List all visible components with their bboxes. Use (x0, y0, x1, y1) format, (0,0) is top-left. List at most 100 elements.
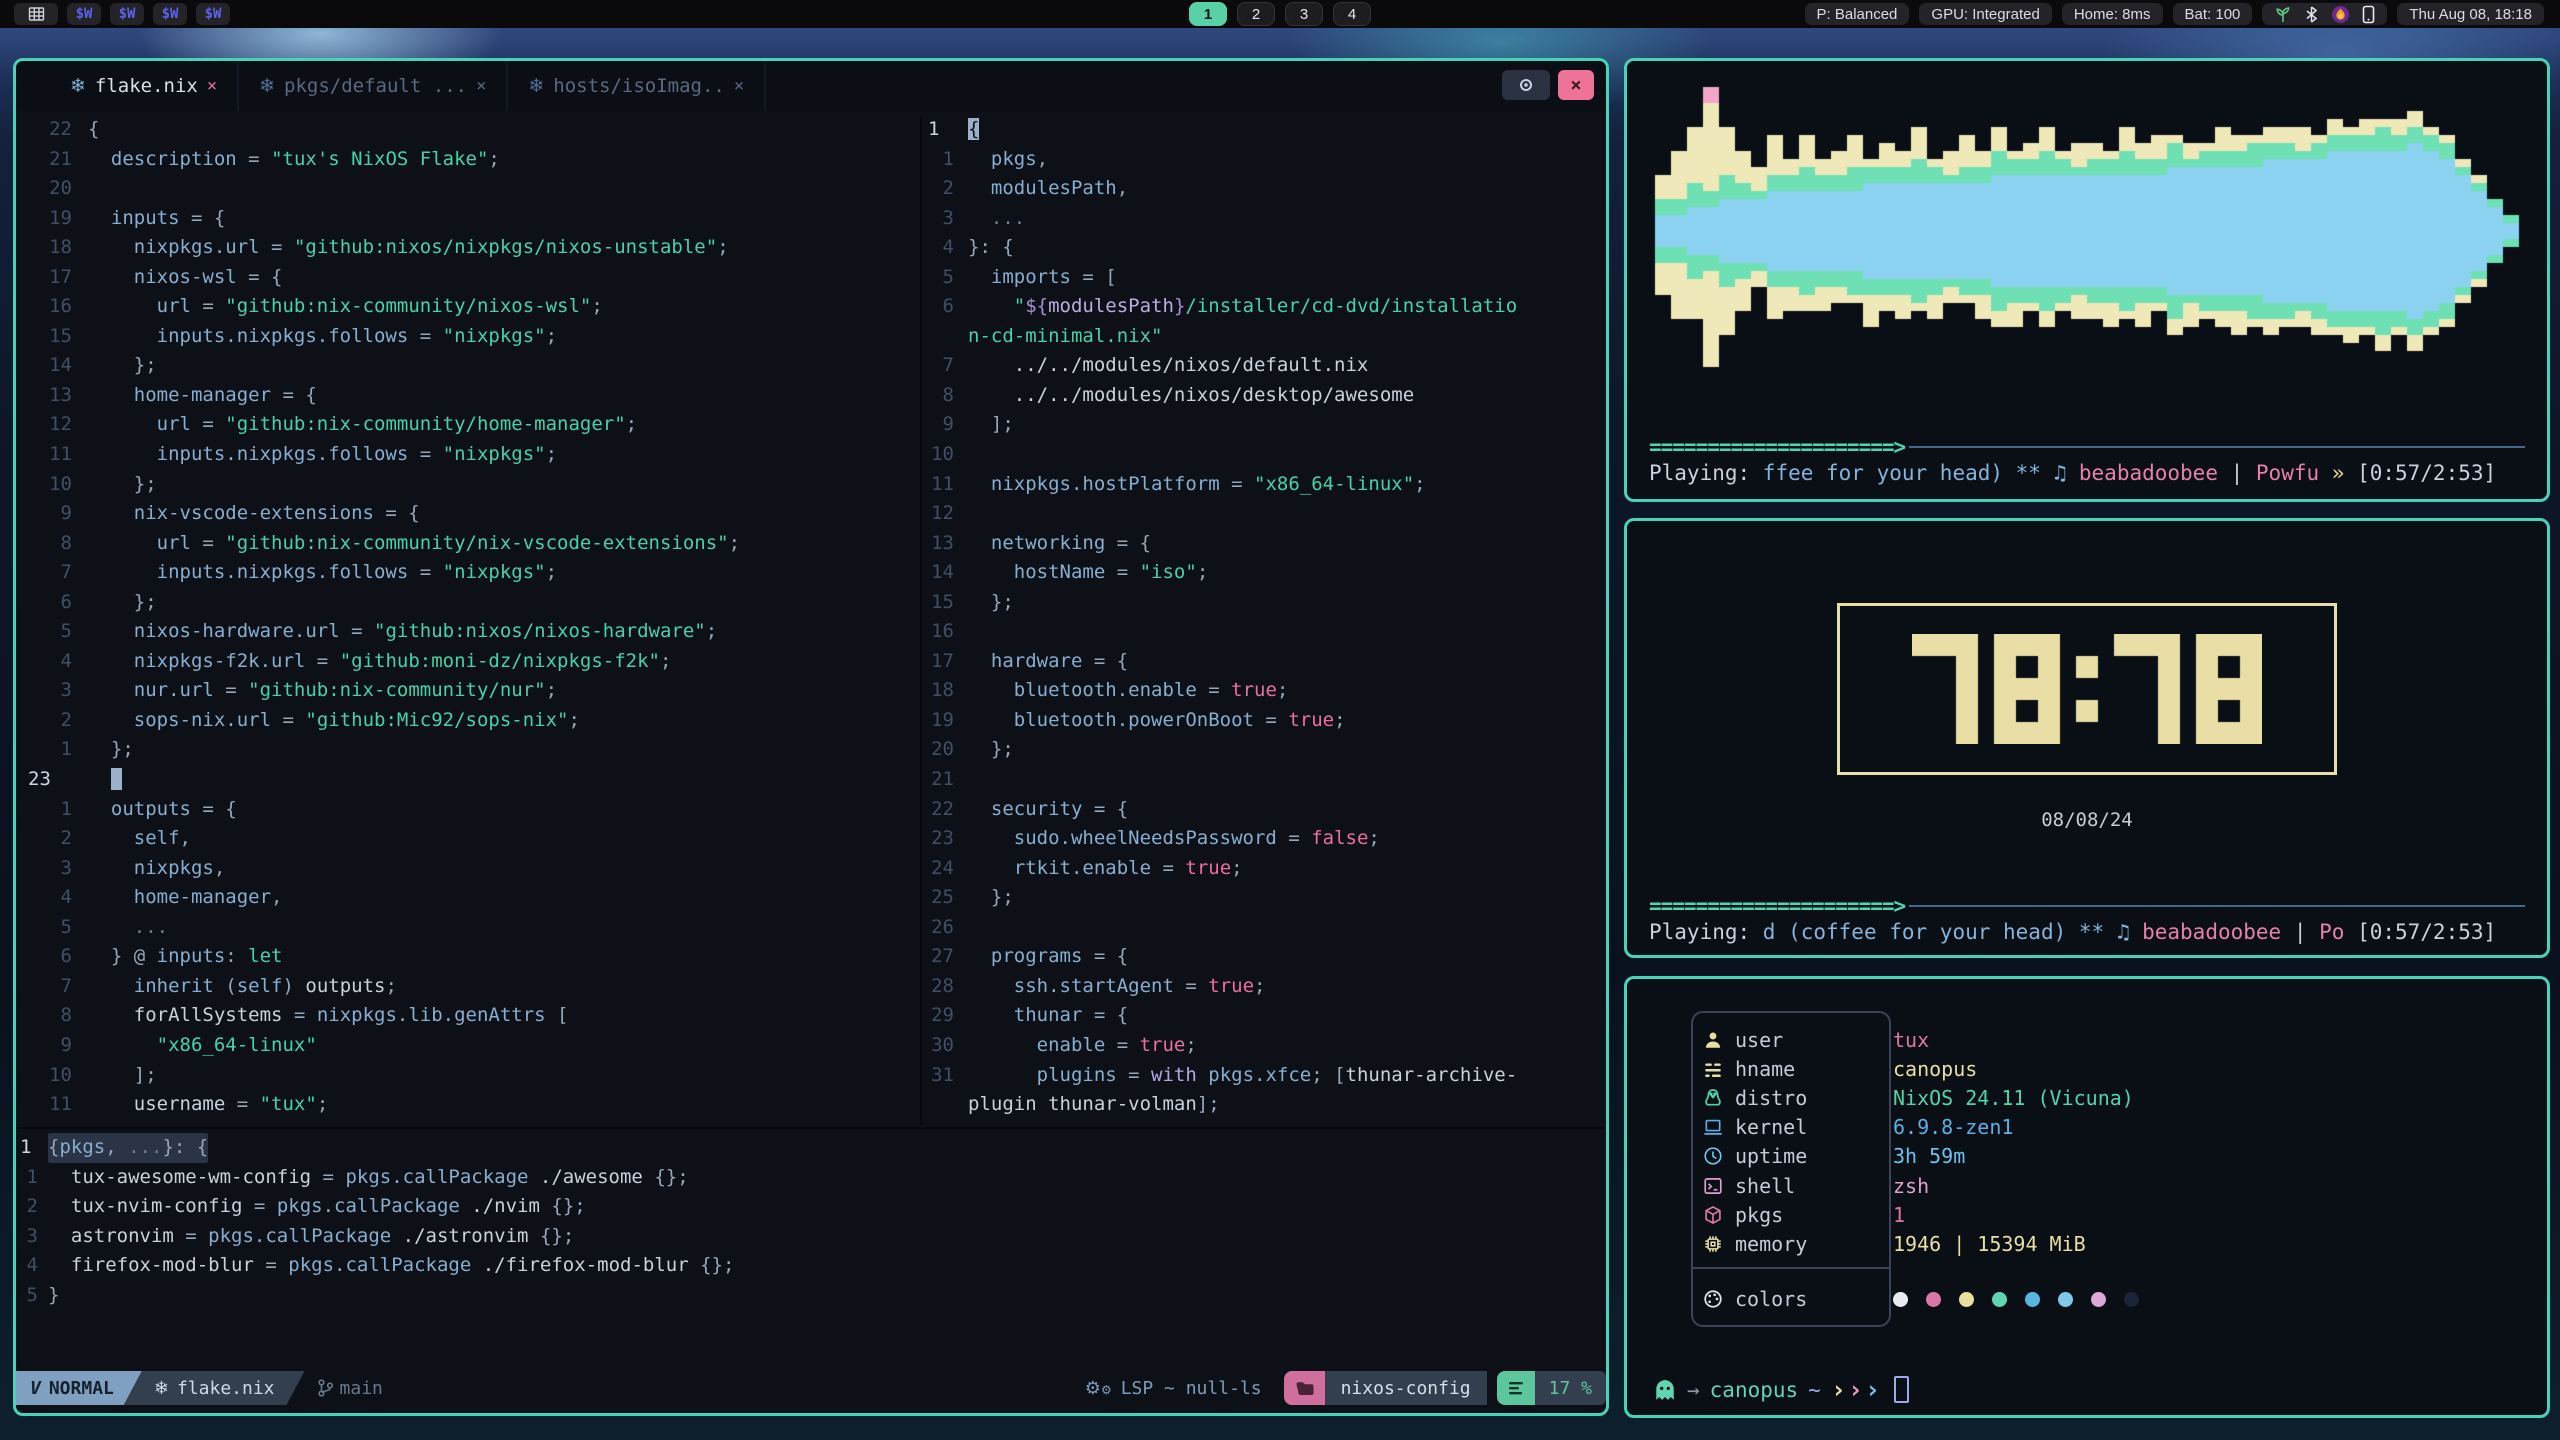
tag-2[interactable]: 2 (1237, 2, 1275, 26)
line-number: 14 (16, 351, 88, 381)
tab-pkgs-default-[interactable]: ❄pkgs/default ...× (239, 61, 508, 111)
line-number: 7 (922, 351, 968, 381)
lsp-label: LSP ~ null-ls (1121, 1378, 1262, 1399)
code-row: 13 networking = { (922, 529, 1606, 559)
palette-dot-4 (1992, 1292, 2007, 1307)
line-number (922, 1090, 968, 1120)
code-token: , (1117, 177, 1128, 199)
code-line: }; (88, 588, 157, 618)
tag-3[interactable]: 3 (1285, 2, 1323, 26)
code-token: outputs (111, 798, 191, 820)
code-token: plugins (1037, 1064, 1117, 1086)
code-token: "tux" (260, 1093, 317, 1115)
code-token: , (271, 886, 282, 908)
code-token: = { (1082, 1004, 1128, 1026)
code-token: "github:nix-community/nur" (248, 679, 545, 701)
code-token: {}; (689, 1254, 735, 1276)
code-line: url = "github:nix-community/nixos-wsl"; (88, 292, 603, 322)
code-token (968, 679, 1014, 701)
statusline: VNORMAL ❄flake.nix main ⚙⚙LSP ~ null-ls … (16, 1371, 1606, 1405)
editor-pane-flake[interactable]: 22{21 description = "tux's NixOS Flake";… (16, 115, 920, 1125)
code-line: "${modulesPath}/installer/cd-dvd/install… (968, 292, 1517, 322)
line-number: 5 (16, 1281, 48, 1311)
code-line: networking = { (968, 529, 1151, 559)
fetch-row-distro: distroNixOS 24.11 (Vicuna) (1691, 1083, 2511, 1112)
code-row: 16 url = "github:nix-community/nixos-wsl… (16, 292, 920, 322)
chevron-icon: › (1848, 1375, 1863, 1404)
audio-visualizer-window[interactable]: =====================> Playing: ffee for… (1624, 58, 2550, 502)
app-launcher-button[interactable] (14, 3, 58, 25)
plant-icon[interactable] (2274, 5, 2292, 24)
code-token: ... (134, 916, 168, 938)
code-row: 24 rtkit.enable = true; (922, 854, 1606, 884)
titlebar-toggle-button[interactable] (1502, 70, 1550, 100)
editor-pane-isoimage[interactable]: 1{1 pkgs,2 modulesPath,3 ...4}: {5 impor… (922, 115, 1606, 1125)
tag-4[interactable]: 4 (1333, 2, 1371, 26)
line-number: 12 (16, 410, 88, 440)
tab-close-icon[interactable]: × (476, 76, 486, 96)
code-token: nixpkgs (134, 857, 214, 879)
tab-close-icon[interactable]: × (734, 76, 744, 96)
eye-icon (1518, 77, 1534, 93)
workspace-button-2[interactable]: $W (110, 3, 144, 25)
code-row: 12 url = "github:nix-community/home-mana… (16, 410, 920, 440)
neovim-window[interactable]: ❄flake.nix×❄pkgs/default ...×❄hosts/isoI… (13, 58, 1609, 1416)
line-number: 4 (16, 1251, 48, 1281)
code-token: pkgs.callPackage (277, 1195, 460, 1217)
progress-separator: =====================> (1649, 435, 2525, 459)
code-token (1197, 1064, 1208, 1086)
tag-1[interactable]: 1 (1189, 2, 1227, 26)
playing-part: ♫ (2117, 920, 2142, 944)
phone-icon[interactable] (2362, 5, 2375, 24)
code-row: 17 nixos-wsl = { (16, 263, 920, 293)
code-token: thunar-archive- (1346, 1064, 1518, 1086)
code-line: modulesPath, (968, 174, 1128, 204)
code-token: let (248, 945, 282, 967)
code-token: "github:nix-community/nix-vscode-extensi… (225, 532, 728, 554)
code-token (968, 148, 991, 170)
workspace-button-4[interactable]: $W (196, 3, 230, 25)
code-line: plugin thunar-volman]; (968, 1090, 1220, 1120)
fetch-terminal-window[interactable]: usertuxhnamecanopusdistroNixOS 24.11 (Vi… (1624, 976, 2550, 1418)
clock-window[interactable]: 08/08/24 =====================> Playing:… (1624, 518, 2550, 958)
line-number: 8 (16, 529, 88, 559)
bluetooth-icon[interactable] (2304, 5, 2319, 24)
code-row: 7 ../../modules/nixos/default.nix (922, 351, 1606, 381)
code-line: inherit (self) outputs; (88, 972, 397, 1002)
code-row: 1 pkgs, (922, 145, 1606, 175)
code-row: 29 thunar = { (922, 1001, 1606, 1031)
code-row: 31 plugins = with pkgs.xfce; [thunar-arc… (922, 1061, 1606, 1091)
code-token: hostName (1014, 561, 1106, 583)
workspace-button-1[interactable]: $W (67, 3, 101, 25)
workspace-button-3[interactable]: $W (153, 3, 187, 25)
code-token: = { (1105, 532, 1151, 554)
code-row: 22{ (16, 115, 920, 145)
tab-close-icon[interactable]: × (207, 76, 217, 96)
code-row: 15 inputs.nixpkgs.follows = "nixpkgs"; (16, 322, 920, 352)
code-token: "iso" (1140, 561, 1197, 583)
code-row: 1 tux-awesome-wm-config = pkgs.callPacka… (16, 1163, 1606, 1193)
code-row: 21 (922, 765, 1606, 795)
code-row: 19 inputs = { (16, 204, 920, 234)
shell-prompt[interactable]: → canopus ~ ››› (1653, 1375, 1909, 1404)
tab-label: flake.nix (95, 75, 198, 97)
code-token (88, 1034, 157, 1056)
code-token (968, 295, 1014, 317)
status-pill-p: P: Balanced (1805, 3, 1910, 25)
code-line: nixpkgs.url = "github:nixos/nixpkgs/nixo… (88, 233, 729, 263)
line-number: 11 (922, 470, 968, 500)
window-close-button[interactable]: × (1558, 70, 1594, 100)
code-token: : (225, 945, 248, 967)
code-token: bluetooth.powerOnBoot (1014, 709, 1254, 731)
clock-widget[interactable]: Thu Aug 08, 18:18 (2397, 3, 2544, 25)
tab-hosts-isoImag-[interactable]: ❄hosts/isoImag..× (508, 61, 766, 111)
fetch-value: 6.9.8-zen1 (1857, 1115, 2013, 1139)
line-number: 19 (16, 204, 88, 234)
editor-pane-pkgs-default[interactable]: 1{pkgs, ...}: {1 tux-awesome-wm-config =… (16, 1127, 1606, 1343)
flameshot-icon[interactable] (2331, 5, 2350, 24)
tab-flake-nix[interactable]: ❄flake.nix× (50, 61, 239, 111)
code-row: 9 ]; (922, 410, 1606, 440)
code-token (968, 1064, 1037, 1086)
code-token: modulesPath (1048, 295, 1174, 317)
code-token: inputs (111, 207, 180, 229)
